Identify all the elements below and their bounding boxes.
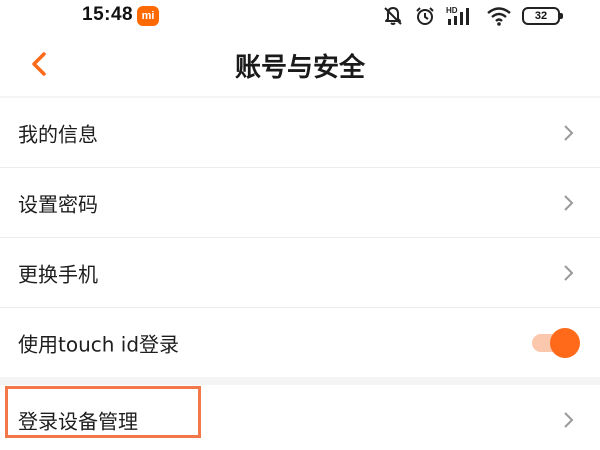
status-time: 15:48 <box>82 4 134 25</box>
settings-list: 我的信息 设置密码 更换手机 使用touch id登录 登录设备管理 <box>0 98 600 450</box>
svg-text:HD: HD <box>446 6 458 15</box>
settings-item-device-management[interactable]: 登录设备管理 <box>0 385 600 450</box>
settings-item-set-password[interactable]: 设置密码 <box>0 167 600 237</box>
settings-item-touch-id: 使用touch id登录 <box>0 307 600 377</box>
page-title: 账号与安全 <box>234 53 365 83</box>
bell-off-icon <box>382 5 404 27</box>
settings-item-label: 更换手机 <box>18 262 98 286</box>
alarm-icon <box>414 5 436 27</box>
status-bar: 15:48 mi HD 32 <box>0 0 600 32</box>
section-gap <box>0 377 600 385</box>
status-icons: HD 32 <box>382 3 563 29</box>
screen: 15:48 mi HD 32 账号与安全 我的信息 设置密码 更换手机 使用to… <box>0 0 600 450</box>
hd-signal-icon: HD <box>446 5 476 27</box>
settings-item-label: 使用touch id登录 <box>18 332 180 356</box>
settings-item-label: 登录设备管理 <box>18 409 138 433</box>
settings-item-label: 我的信息 <box>18 122 98 146</box>
toggle-knob <box>550 327 580 358</box>
chevron-right-icon <box>564 124 574 141</box>
settings-item-label: 设置密码 <box>18 192 98 216</box>
settings-item-change-phone[interactable]: 更换手机 <box>0 237 600 307</box>
touch-id-toggle[interactable] <box>530 327 580 358</box>
header: 账号与安全 <box>0 32 600 96</box>
chevron-right-icon <box>564 264 574 281</box>
chevron-right-icon <box>564 411 574 428</box>
battery-icon: 32 <box>522 7 563 25</box>
mi-badge: mi <box>137 6 159 26</box>
wifi-icon <box>486 5 512 27</box>
chevron-right-icon <box>564 194 574 211</box>
settings-item-my-info[interactable]: 我的信息 <box>0 98 600 167</box>
